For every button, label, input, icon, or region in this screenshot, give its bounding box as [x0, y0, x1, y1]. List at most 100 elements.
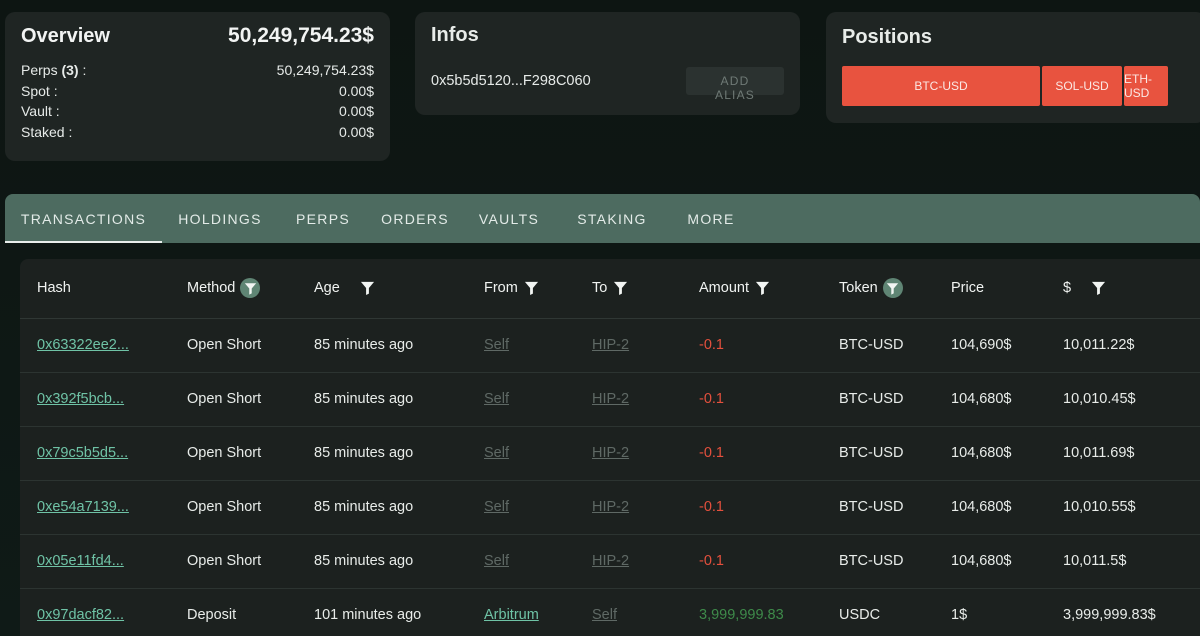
position-bar-eth-usd[interactable]: ETH-USD — [1124, 66, 1168, 106]
token-cell: BTC-USD — [839, 391, 904, 407]
overview-title: Overview — [21, 25, 110, 47]
position-bar-sol-usd[interactable]: SOL-USD — [1042, 66, 1122, 106]
tx-hash-link[interactable]: 0x97dacf82... — [37, 607, 124, 623]
from-cell: Self — [467, 534, 575, 589]
column-header-to: To — [575, 259, 682, 319]
table-row[interactable]: 0x79c5b5d5... Open Short 85 minutes ago Sel… — [20, 426, 1200, 481]
from-link[interactable]: Self — [484, 445, 509, 461]
from-link[interactable]: Self — [484, 337, 509, 353]
active-filter-icon[interactable] — [882, 278, 903, 299]
to-link[interactable]: HIP-2 — [592, 445, 629, 461]
tx-hash-link[interactable]: 0xe54a7139... — [37, 499, 129, 515]
active-filter-icon[interactable] — [240, 278, 261, 299]
column-header-label: Amount — [699, 280, 749, 297]
tx-hash-link[interactable]: 0x05e11fd4... — [37, 553, 124, 569]
tab-more[interactable]: MORE — [668, 194, 754, 243]
tab-staking[interactable]: STAKING — [556, 194, 668, 243]
tab-perps[interactable]: PERPS — [278, 194, 368, 243]
overview-card: Overview 50,249,754.23$ Perps (3) : 50,24… — [5, 12, 390, 161]
amount-cell: 3,999,999.83 — [699, 607, 784, 623]
from-link[interactable]: Self — [484, 391, 509, 407]
column-header-label: $ — [1063, 280, 1072, 297]
amount-cell: -0.1 — [682, 318, 822, 373]
filter-icon[interactable] — [1091, 280, 1106, 296]
tab-vaults[interactable]: VAULTS — [462, 194, 556, 243]
table-header-row: Hash Method Age From To Amount Token Price $ — [20, 259, 1200, 319]
method-cell: Deposit — [170, 588, 297, 636]
price-cell: 104,680$ — [951, 445, 1012, 461]
transactions-table: Hash Method Age From To Amount Token Price $ 0x6… — [20, 259, 1200, 636]
age-cell: 85 minutes ago — [297, 372, 467, 427]
overview-row-label: Perps (3) : — [21, 60, 86, 81]
tx-hash-cell: 0x97dacf82... — [20, 588, 170, 636]
age-cell: 101 minutes ago — [297, 588, 467, 636]
tab-orders[interactable]: ORDERS — [368, 194, 462, 243]
table-row[interactable]: 0x97dacf82... Deposit 101 minutes ago Arbit… — [20, 588, 1200, 636]
filter-icon[interactable] — [524, 280, 539, 296]
usd-value-cell: 10,010.45$ — [1046, 372, 1200, 427]
amount-cell: -0.1 — [699, 337, 724, 353]
column-header-label: From — [484, 280, 518, 297]
usd-value-cell: 10,011.22$ — [1046, 318, 1200, 373]
table-row[interactable]: 0xe54a7139... Open Short 85 minutes ago Sel… — [20, 480, 1200, 535]
to-link[interactable]: HIP-2 — [592, 391, 629, 407]
overview-row-value: 0.00$ — [338, 103, 374, 119]
method-cell: Open Short — [170, 480, 297, 535]
filter-icon[interactable] — [755, 280, 770, 296]
overview-rows: Perps (3) :50,249,754.23$ Spot :0.00$ Vaul… — [21, 60, 374, 142]
tx-hash-link[interactable]: 0x392f5bcb... — [37, 391, 124, 407]
table-row[interactable]: 0x05e11fd4... Open Short 85 minutes ago Sel… — [20, 534, 1200, 589]
column-header-from: From — [467, 259, 575, 319]
wallet-address: 0x5b5d5120...F298C060 — [431, 73, 591, 89]
to-cell: HIP-2 — [575, 534, 682, 589]
to-cell: HIP-2 — [575, 318, 682, 373]
token-cell: BTC-USD — [822, 480, 934, 535]
amount-cell: -0.1 — [682, 372, 822, 427]
amount-cell: -0.1 — [699, 553, 724, 569]
from-cell: Self — [467, 318, 575, 373]
column-header-hash: Hash — [20, 259, 170, 319]
column-header-age: Age — [297, 259, 467, 319]
filter-icon[interactable] — [360, 280, 375, 296]
usd-value-cell: 10,011.22$ — [1063, 337, 1135, 353]
token-cell: BTC-USD — [839, 445, 904, 461]
tab-holdings[interactable]: HOLDINGS — [162, 194, 278, 243]
position-bar-btc-usd[interactable]: BTC-USD — [842, 66, 1040, 106]
tab-transactions[interactable]: TRANSACTIONS — [5, 194, 162, 243]
price-cell: 104,680$ — [934, 534, 1046, 589]
age-cell: 85 minutes ago — [297, 534, 467, 589]
age-cell: 85 minutes ago — [314, 391, 414, 407]
token-cell: USDC — [822, 588, 934, 636]
overview-header: Overview 50,249,754.23$ — [21, 24, 374, 48]
table-row[interactable]: 0x63322ee2... Open Short 85 minutes ago Sel… — [20, 318, 1200, 373]
column-header-content: Hash — [37, 280, 71, 296]
from-link[interactable]: Self — [484, 553, 509, 569]
method-cell: Open Short — [170, 426, 297, 481]
add-alias-button[interactable]: ADD ALIAS — [686, 67, 784, 102]
to-cell: HIP-2 — [575, 426, 682, 481]
filter-icon[interactable] — [613, 280, 628, 296]
column-header-label: To — [592, 280, 608, 297]
to-link[interactable]: HIP-2 — [592, 499, 629, 515]
age-cell: 85 minutes ago — [297, 480, 467, 535]
tx-hash-link[interactable]: 0x79c5b5d5... — [37, 445, 128, 461]
method-cell: Open Short — [187, 445, 262, 461]
from-link[interactable]: Arbitrum — [484, 607, 539, 623]
from-link[interactable]: Self — [484, 499, 509, 515]
to-link[interactable]: HIP-2 — [592, 553, 629, 569]
column-header-amount: Amount — [682, 259, 822, 319]
table-row[interactable]: 0x392f5bcb... Open Short 85 minutes ago Sel… — [20, 372, 1200, 427]
tx-hash-cell: 0x392f5bcb... — [20, 372, 170, 427]
column-header-content: Amount — [699, 280, 770, 296]
to-link[interactable]: Self — [592, 607, 617, 623]
age-cell: 85 minutes ago — [314, 445, 414, 461]
usd-value-cell: 10,011.5$ — [1063, 553, 1127, 569]
tx-hash-link[interactable]: 0x63322ee2... — [37, 337, 129, 353]
age-cell: 85 minutes ago — [314, 553, 414, 569]
overview-row-name: Perps — [21, 62, 58, 78]
usd-value-cell: 10,011.69$ — [1063, 445, 1135, 461]
to-cell: HIP-2 — [575, 480, 682, 535]
to-link[interactable]: HIP-2 — [592, 337, 629, 353]
overview-row: Staked : 0.00$ — [21, 122, 374, 143]
to-cell: Self — [575, 588, 682, 636]
